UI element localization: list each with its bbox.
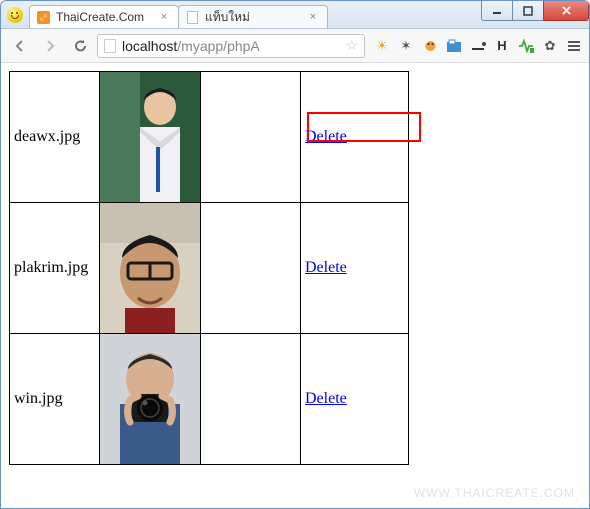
thumbnail-image [100, 334, 200, 464]
thumbnail-image [100, 203, 200, 333]
bookmark-star-icon[interactable]: ☆ [345, 37, 358, 54]
spacer-cell [201, 203, 301, 334]
menu-icon[interactable] [565, 37, 583, 55]
ext-minus-icon[interactable] [469, 37, 487, 55]
tabstrip: ThaiCreate.Com × แท็บใหม่ × [29, 1, 482, 28]
ext-bug-icon[interactable]: ✶ [397, 37, 415, 55]
close-button[interactable] [543, 1, 589, 21]
url-bar[interactable]: localhost/myapp/phpA ☆ [97, 34, 365, 58]
url-path: /myapp/phpA [177, 38, 260, 54]
delete-link[interactable]: Delete [305, 390, 347, 407]
image-cell [100, 203, 201, 334]
forward-button[interactable] [37, 33, 63, 59]
action-cell: Delete [301, 72, 409, 203]
image-cell [100, 334, 201, 465]
ext-gear-icon[interactable]: ✿ [541, 37, 559, 55]
thumbnail-image [100, 72, 200, 202]
close-icon[interactable]: × [307, 11, 319, 23]
ext-h-icon[interactable]: H [493, 37, 511, 55]
table-row: deawx.jpg De [10, 72, 409, 203]
delete-link[interactable]: Delete [305, 259, 347, 276]
ext-pulse-icon[interactable] [517, 37, 535, 55]
table-row: win.jpg [10, 334, 409, 465]
close-icon[interactable]: × [158, 11, 170, 23]
xampp-icon [36, 10, 50, 24]
minimize-button[interactable] [481, 1, 513, 21]
page-icon [185, 10, 199, 24]
tab-thaicreate[interactable]: ThaiCreate.Com × [29, 5, 179, 28]
spacer-cell [201, 334, 301, 465]
maximize-button[interactable] [512, 1, 544, 21]
extension-icons: ☀ ✶ H ✿ [369, 37, 583, 55]
filename-cell: deawx.jpg [10, 72, 100, 203]
titlebar: ThaiCreate.Com × แท็บใหม่ × [1, 1, 589, 29]
reload-button[interactable] [67, 33, 93, 59]
ext-screenshot-icon[interactable] [445, 37, 463, 55]
delete-link[interactable]: Delete [305, 128, 347, 145]
tab-new[interactable]: แท็บใหม่ × [178, 5, 328, 28]
url-host: localhost [122, 38, 177, 54]
tab-title: ThaiCreate.Com [56, 10, 152, 24]
back-button[interactable] [7, 33, 33, 59]
action-cell: Delete [301, 334, 409, 465]
smiley-icon [1, 1, 29, 28]
images-table: deawx.jpg De [9, 71, 409, 465]
filename-cell: win.jpg [10, 334, 100, 465]
table-row: plakrim.jpg [10, 203, 409, 334]
spacer-cell [201, 72, 301, 203]
window-controls [482, 1, 589, 28]
browser-window: ThaiCreate.Com × แท็บใหม่ × localhost/my… [0, 0, 590, 509]
tab-title: แท็บใหม่ [205, 8, 301, 27]
page-content: deawx.jpg De [1, 63, 589, 509]
image-cell [100, 72, 201, 203]
watermark: WWW.THAICREATE.COM [414, 486, 575, 500]
toolbar: localhost/myapp/phpA ☆ ☀ ✶ H ✿ [1, 29, 589, 63]
filename-cell: plakrim.jpg [10, 203, 100, 334]
page-icon [104, 39, 116, 53]
ext-sun-icon[interactable]: ☀ [373, 37, 391, 55]
action-cell: Delete [301, 203, 409, 334]
ext-beetle-icon[interactable] [421, 37, 439, 55]
